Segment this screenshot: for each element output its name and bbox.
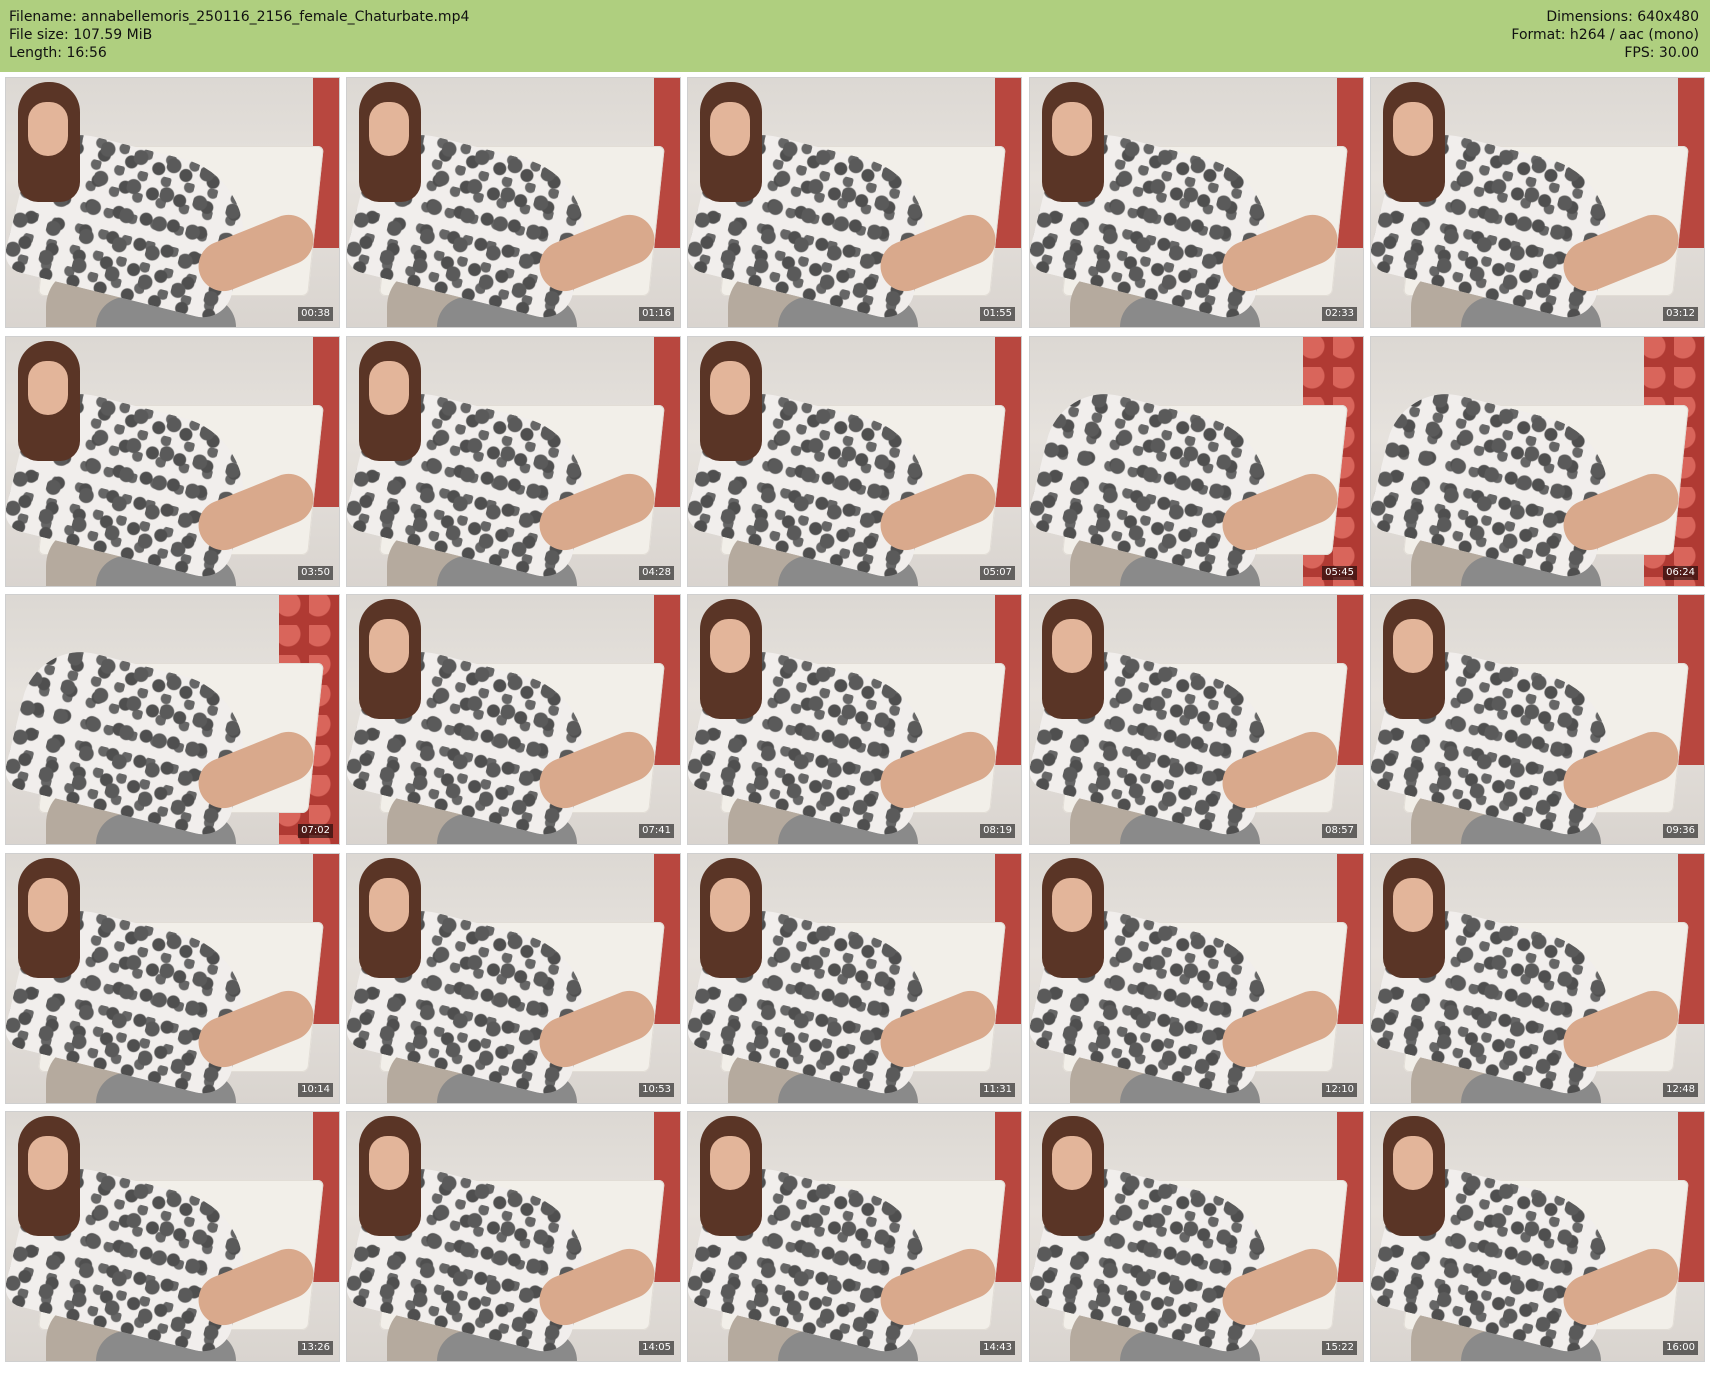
thumbnail-figure-face	[28, 361, 68, 415]
video-thumbnail[interactable]: 01:16	[346, 77, 681, 328]
thumbnail-timestamp: 08:19	[980, 824, 1015, 838]
video-thumbnail[interactable]: 08:57	[1029, 594, 1364, 845]
thumbnail-figure-face	[710, 102, 750, 156]
thumbnail-figure-face	[1393, 619, 1433, 673]
thumbnail-timestamp: 15:22	[1322, 1341, 1357, 1355]
thumbnail-figure-face	[710, 619, 750, 673]
dimensions-text: Dimensions: 640x480	[1546, 9, 1699, 25]
fps-text: FPS: 30.00	[1624, 45, 1699, 61]
video-thumbnail[interactable]: 12:10	[1029, 853, 1364, 1104]
thumbnail-figure-face	[1052, 1136, 1092, 1190]
thumbnail-timestamp: 12:48	[1663, 1083, 1698, 1097]
video-thumbnail[interactable]: 16:00	[1370, 1111, 1705, 1362]
thumbnail-figure-face	[369, 1136, 409, 1190]
thumbnail-figure-face	[1052, 878, 1092, 932]
thumbnail-timestamp: 05:45	[1322, 566, 1357, 580]
thumbnail-timestamp: 05:07	[980, 566, 1015, 580]
thumbnail-figure-face	[28, 1136, 68, 1190]
thumbnail-timestamp: 16:00	[1663, 1341, 1698, 1355]
thumbnail-timestamp: 14:05	[639, 1341, 674, 1355]
thumbnail-timestamp: 11:31	[980, 1083, 1015, 1097]
thumbnail-timestamp: 09:36	[1663, 824, 1698, 838]
video-thumbnail[interactable]: 05:45	[1029, 336, 1364, 587]
file-info-left: Filename: annabellemoris_250116_2156_fem…	[9, 8, 469, 62]
thumbnail-timestamp: 01:16	[639, 307, 674, 321]
video-thumbnail[interactable]: 07:02	[5, 594, 340, 845]
video-thumbnail[interactable]: 07:41	[346, 594, 681, 845]
thumbnail-figure-face	[28, 878, 68, 932]
thumbnail-timestamp: 10:53	[639, 1083, 674, 1097]
thumbnail-timestamp: 08:57	[1322, 824, 1357, 838]
video-thumbnail[interactable]: 04:28	[346, 336, 681, 587]
thumbnail-figure-face	[710, 361, 750, 415]
thumbnail-figure-face	[369, 878, 409, 932]
thumbnail-timestamp: 04:28	[639, 566, 674, 580]
thumbnail-figure-face	[1052, 102, 1092, 156]
file-info-right: Dimensions: 640x480 Format: h264 / aac (…	[1511, 8, 1699, 62]
video-thumbnail[interactable]: 00:38	[5, 77, 340, 328]
thumbnail-timestamp: 03:50	[298, 566, 333, 580]
video-thumbnail[interactable]: 15:22	[1029, 1111, 1364, 1362]
thumbnail-timestamp: 10:14	[298, 1083, 333, 1097]
format-text: Format: h264 / aac (mono)	[1511, 27, 1699, 43]
thumbnail-figure-face	[1393, 1136, 1433, 1190]
thumbnail-figure-face	[710, 1136, 750, 1190]
length-text: Length: 16:56	[9, 45, 107, 61]
thumbnail-figure-face	[1052, 619, 1092, 673]
thumbnail-figure-face	[369, 102, 409, 156]
video-thumbnail[interactable]: 10:14	[5, 853, 340, 1104]
video-thumbnail[interactable]: 10:53	[346, 853, 681, 1104]
thumbnail-timestamp: 01:55	[980, 307, 1015, 321]
video-thumbnail[interactable]: 14:05	[346, 1111, 681, 1362]
thumbnail-figure-face	[28, 102, 68, 156]
thumbnail-timestamp: 07:02	[298, 824, 333, 838]
thumbnail-timestamp: 00:38	[298, 307, 333, 321]
video-thumbnail[interactable]: 09:36	[1370, 594, 1705, 845]
video-thumbnail[interactable]: 13:26	[5, 1111, 340, 1362]
thumbnail-figure-face	[369, 361, 409, 415]
filesize-text: File size: 107.59 MiB	[9, 27, 153, 43]
thumbnail-timestamp: 14:43	[980, 1341, 1015, 1355]
video-thumbnail[interactable]: 14:43	[687, 1111, 1022, 1362]
filename-text: Filename: annabellemoris_250116_2156_fem…	[9, 9, 470, 25]
thumbnail-timestamp: 03:12	[1663, 307, 1698, 321]
thumbnail-grid: 00:38 01:16 01:55 02:33 03:12 03:50 04:28 05:07…	[0, 72, 1710, 1373]
thumbnail-figure-face	[1393, 878, 1433, 932]
video-thumbnail[interactable]: 08:19	[687, 594, 1022, 845]
thumbnail-timestamp: 02:33	[1322, 307, 1357, 321]
thumbnail-figure-face	[1393, 102, 1433, 156]
thumbnail-timestamp: 06:24	[1663, 566, 1698, 580]
thumbnail-figure-face	[710, 878, 750, 932]
thumbnail-timestamp: 12:10	[1322, 1083, 1357, 1097]
video-thumbnail[interactable]: 06:24	[1370, 336, 1705, 587]
thumbnail-timestamp: 07:41	[639, 824, 674, 838]
video-thumbnail[interactable]: 12:48	[1370, 853, 1705, 1104]
video-thumbnail[interactable]: 03:50	[5, 336, 340, 587]
video-thumbnail[interactable]: 11:31	[687, 853, 1022, 1104]
video-thumbnail[interactable]: 05:07	[687, 336, 1022, 587]
video-thumbnail[interactable]: 01:55	[687, 77, 1022, 328]
thumbnail-figure-face	[369, 619, 409, 673]
thumbnail-timestamp: 13:26	[298, 1341, 333, 1355]
info-header: Filename: annabellemoris_250116_2156_fem…	[0, 0, 1710, 72]
video-thumbnail[interactable]: 03:12	[1370, 77, 1705, 328]
video-thumbnail[interactable]: 02:33	[1029, 77, 1364, 328]
